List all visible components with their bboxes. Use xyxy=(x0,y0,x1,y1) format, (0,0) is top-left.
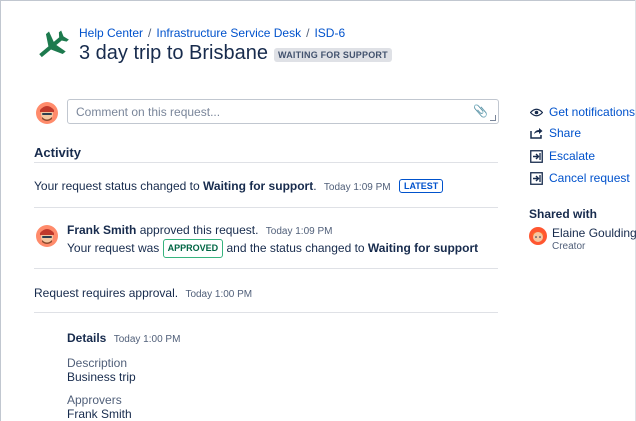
shared-person-role: Creator xyxy=(552,241,586,252)
action-label: Cancel request xyxy=(549,171,630,185)
event-timestamp: Today 1:09 PM xyxy=(323,182,391,193)
status-badge: WAITING FOR SUPPORT xyxy=(274,48,392,62)
divider xyxy=(34,162,498,163)
breadcrumb-help-center[interactable]: Help Center xyxy=(79,26,143,40)
field-label-approvers: Approvers xyxy=(67,393,122,407)
latest-badge: LATEST xyxy=(398,179,444,193)
event-author[interactable]: Frank Smith xyxy=(67,223,136,237)
elaine-goulding-avatar xyxy=(529,227,547,245)
breadcrumb-separator: / xyxy=(306,26,310,40)
cancel-request-action[interactable]: Cancel request xyxy=(529,171,630,185)
breadcrumb-issue-key[interactable]: ISD-6 xyxy=(314,26,345,40)
approved-badge: APPROVED xyxy=(162,239,224,258)
divider xyxy=(34,312,498,313)
comment-placeholder: Comment on this request... xyxy=(76,105,221,119)
frank-smith-avatar xyxy=(36,225,58,247)
share-icon xyxy=(529,126,543,140)
divider xyxy=(34,207,498,208)
share-action[interactable]: Share xyxy=(529,126,581,140)
activity-event-requires-approval: Request requires approval. Today 1:00 PM xyxy=(34,286,252,300)
event-text: Your request status changed to xyxy=(34,179,204,193)
action-label: Share xyxy=(549,126,582,140)
field-value-description: Business trip xyxy=(67,370,136,384)
airplane-logo-icon xyxy=(39,30,69,58)
cancel-request-icon xyxy=(529,171,543,185)
escalate-action[interactable]: Escalate xyxy=(529,149,595,163)
divider xyxy=(34,268,498,269)
attachment-icon[interactable]: 📎 xyxy=(473,104,488,118)
field-label-description: Description xyxy=(67,356,128,370)
event-timestamp: Today 1:00 PM xyxy=(185,289,253,300)
comment-input[interactable]: Comment on this request... 📎 xyxy=(67,99,499,124)
event-status: Waiting for support xyxy=(203,179,314,193)
breadcrumb: Help Center / Infrastructure Service Desk /… xyxy=(79,26,345,40)
event-text: approved this request. xyxy=(136,223,259,237)
field-value-approvers: Frank Smith xyxy=(67,407,132,421)
event-status: Waiting for support xyxy=(367,241,479,255)
breadcrumb-service-desk[interactable]: Infrastructure Service Desk xyxy=(156,26,301,40)
escalate-icon xyxy=(529,149,543,163)
activity-event-status-change: Your request status changed to Waiting f… xyxy=(34,179,444,193)
shared-with-heading: Shared with xyxy=(529,207,598,221)
details-timestamp: Today 1:00 PM xyxy=(113,334,181,345)
get-notifications-action[interactable]: Get notifications xyxy=(529,105,635,119)
request-title-row: 3 day trip to Brisbane WAITING FOR SUPPO… xyxy=(79,42,392,65)
request-details: Details Today 1:00 PM Description Busine… xyxy=(67,331,180,421)
details-heading: Details xyxy=(67,331,107,345)
breadcrumb-separator: / xyxy=(148,26,152,40)
event-text: Your request was xyxy=(67,241,163,255)
action-label: Get notifications xyxy=(549,105,636,119)
activity-event-approval: Frank Smith approved this request. Today… xyxy=(67,223,478,258)
eye-icon xyxy=(529,105,543,119)
resize-handle[interactable] xyxy=(490,115,496,121)
shared-person-name[interactable]: Elaine Goulding xyxy=(552,226,636,240)
event-text: . xyxy=(313,179,317,193)
action-label: Escalate xyxy=(549,149,596,163)
event-timestamp: Today 1:09 PM xyxy=(265,226,333,237)
current-user-avatar xyxy=(36,102,58,124)
page-title: 3 day trip to Brisbane xyxy=(79,42,268,64)
activity-heading: Activity xyxy=(34,145,81,160)
event-text: Request requires approval. xyxy=(34,286,179,300)
event-text: and the status changed to xyxy=(223,241,368,255)
